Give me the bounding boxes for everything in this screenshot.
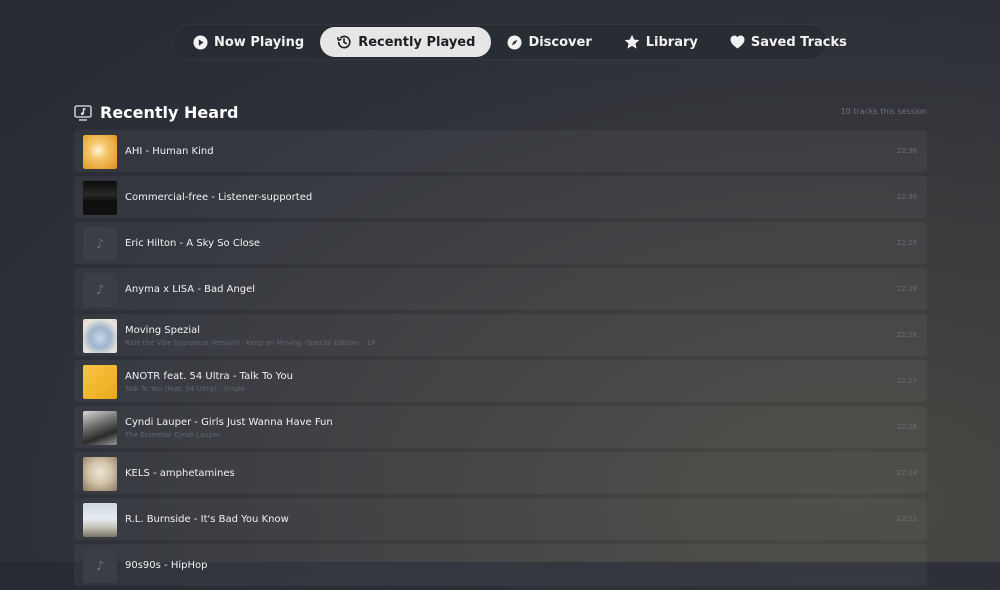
music-note-icon: ♪ [83, 549, 117, 583]
played-time: 22:30 [896, 193, 917, 201]
played-time: 22:29 [896, 285, 917, 293]
track-row[interactable]: KELS - amphetamines 22:24 [74, 452, 927, 494]
played-time: 22:24 [896, 469, 917, 477]
track-subtitle: Talk To You (feat. 54 Ultra) · Single [125, 385, 245, 393]
album-art [83, 181, 117, 215]
track-row[interactable]: ♪ 90s90s - HipHop [74, 544, 927, 586]
tab-label: Recently Played [358, 34, 476, 50]
track-title: R.L. Burnside - It's Bad You Know [125, 514, 289, 525]
music-note-icon: ♪ [83, 227, 117, 261]
track-title: AHI - Human Kind [125, 146, 214, 157]
track-count: 10 tracks this session [840, 107, 927, 116]
section-title: Recently Heard [100, 103, 239, 122]
tab-discover[interactable]: Discover [491, 27, 607, 57]
track-title: Anyma x LISA - Bad Angel [125, 284, 256, 295]
track-title: Commercial-free - Listener-supported [125, 192, 313, 203]
tab-recently-played[interactable]: Recently Played [320, 27, 492, 57]
album-art [83, 365, 117, 399]
played-time: 22:26 [896, 423, 917, 431]
played-time: 22:36 [896, 147, 917, 155]
section-header: Recently Heard 10 tracks this session [74, 103, 927, 123]
played-time: 22:29 [896, 239, 917, 247]
track-row[interactable]: ♪ Anyma x LISA - Bad Angel 22:29 [74, 268, 927, 310]
music-screen-icon [74, 105, 92, 121]
album-art [83, 503, 117, 537]
track-title: KELS - amphetamines [125, 468, 235, 479]
track-row[interactable]: Cyndi Lauper - Girls Just Wanna Have Fun… [74, 406, 927, 448]
recent-tracks-list: AHI - Human Kind 22:36 Commercial-free - L… [74, 130, 927, 590]
music-note-icon: ♪ [83, 273, 117, 307]
played-time: 22:27 [896, 377, 917, 385]
track-row[interactable]: R.L. Burnside - It's Bad You Know 22:22 [74, 498, 927, 540]
tab-library[interactable]: Library [608, 27, 714, 57]
album-art [83, 411, 117, 445]
track-subtitle: Ride the Vibe (Japanese Version) · Keep … [125, 339, 376, 347]
track-title: Cyndi Lauper - Girls Just Wanna Have Fun [125, 417, 333, 428]
star-icon [624, 34, 640, 49]
tab-now-playing[interactable]: Now Playing [177, 27, 320, 57]
tab-label: Discover [528, 34, 592, 50]
album-art [83, 457, 117, 491]
heart-icon [730, 35, 745, 49]
track-title: ANOTR feat. 54 Ultra - Talk To You [125, 371, 293, 382]
main-navigation: Now Playing Recently Played Discover Lib… [173, 25, 847, 59]
track-row[interactable]: AHI - Human Kind 22:36 [74, 130, 927, 172]
played-time: 22:28 [896, 331, 917, 339]
track-title: Moving Spezial [125, 325, 201, 336]
history-icon [337, 35, 351, 49]
track-row[interactable]: ANOTR feat. 54 Ultra - Talk To You Talk T… [74, 360, 927, 402]
track-row[interactable]: ♪ Eric Hilton - A Sky So Close 22:29 [74, 222, 927, 264]
album-art [83, 319, 117, 353]
tab-label: Library [645, 34, 698, 50]
played-time: 22:22 [896, 515, 917, 523]
tab-label: Saved Tracks [750, 34, 847, 50]
album-art [83, 135, 117, 169]
tab-label: Now Playing [214, 34, 305, 50]
tab-saved-tracks[interactable]: Saved Tracks [714, 27, 863, 57]
track-row[interactable]: Moving Spezial Ride the Vibe (Japanese Ve… [74, 314, 927, 356]
track-row[interactable]: Commercial-free - Listener-supported 22:3… [74, 176, 927, 218]
track-subtitle: The Essential Cyndi Lauper [125, 431, 221, 439]
play-circle-icon [193, 34, 208, 50]
compass-icon [507, 34, 522, 50]
track-title: Eric Hilton - A Sky So Close [125, 238, 261, 249]
